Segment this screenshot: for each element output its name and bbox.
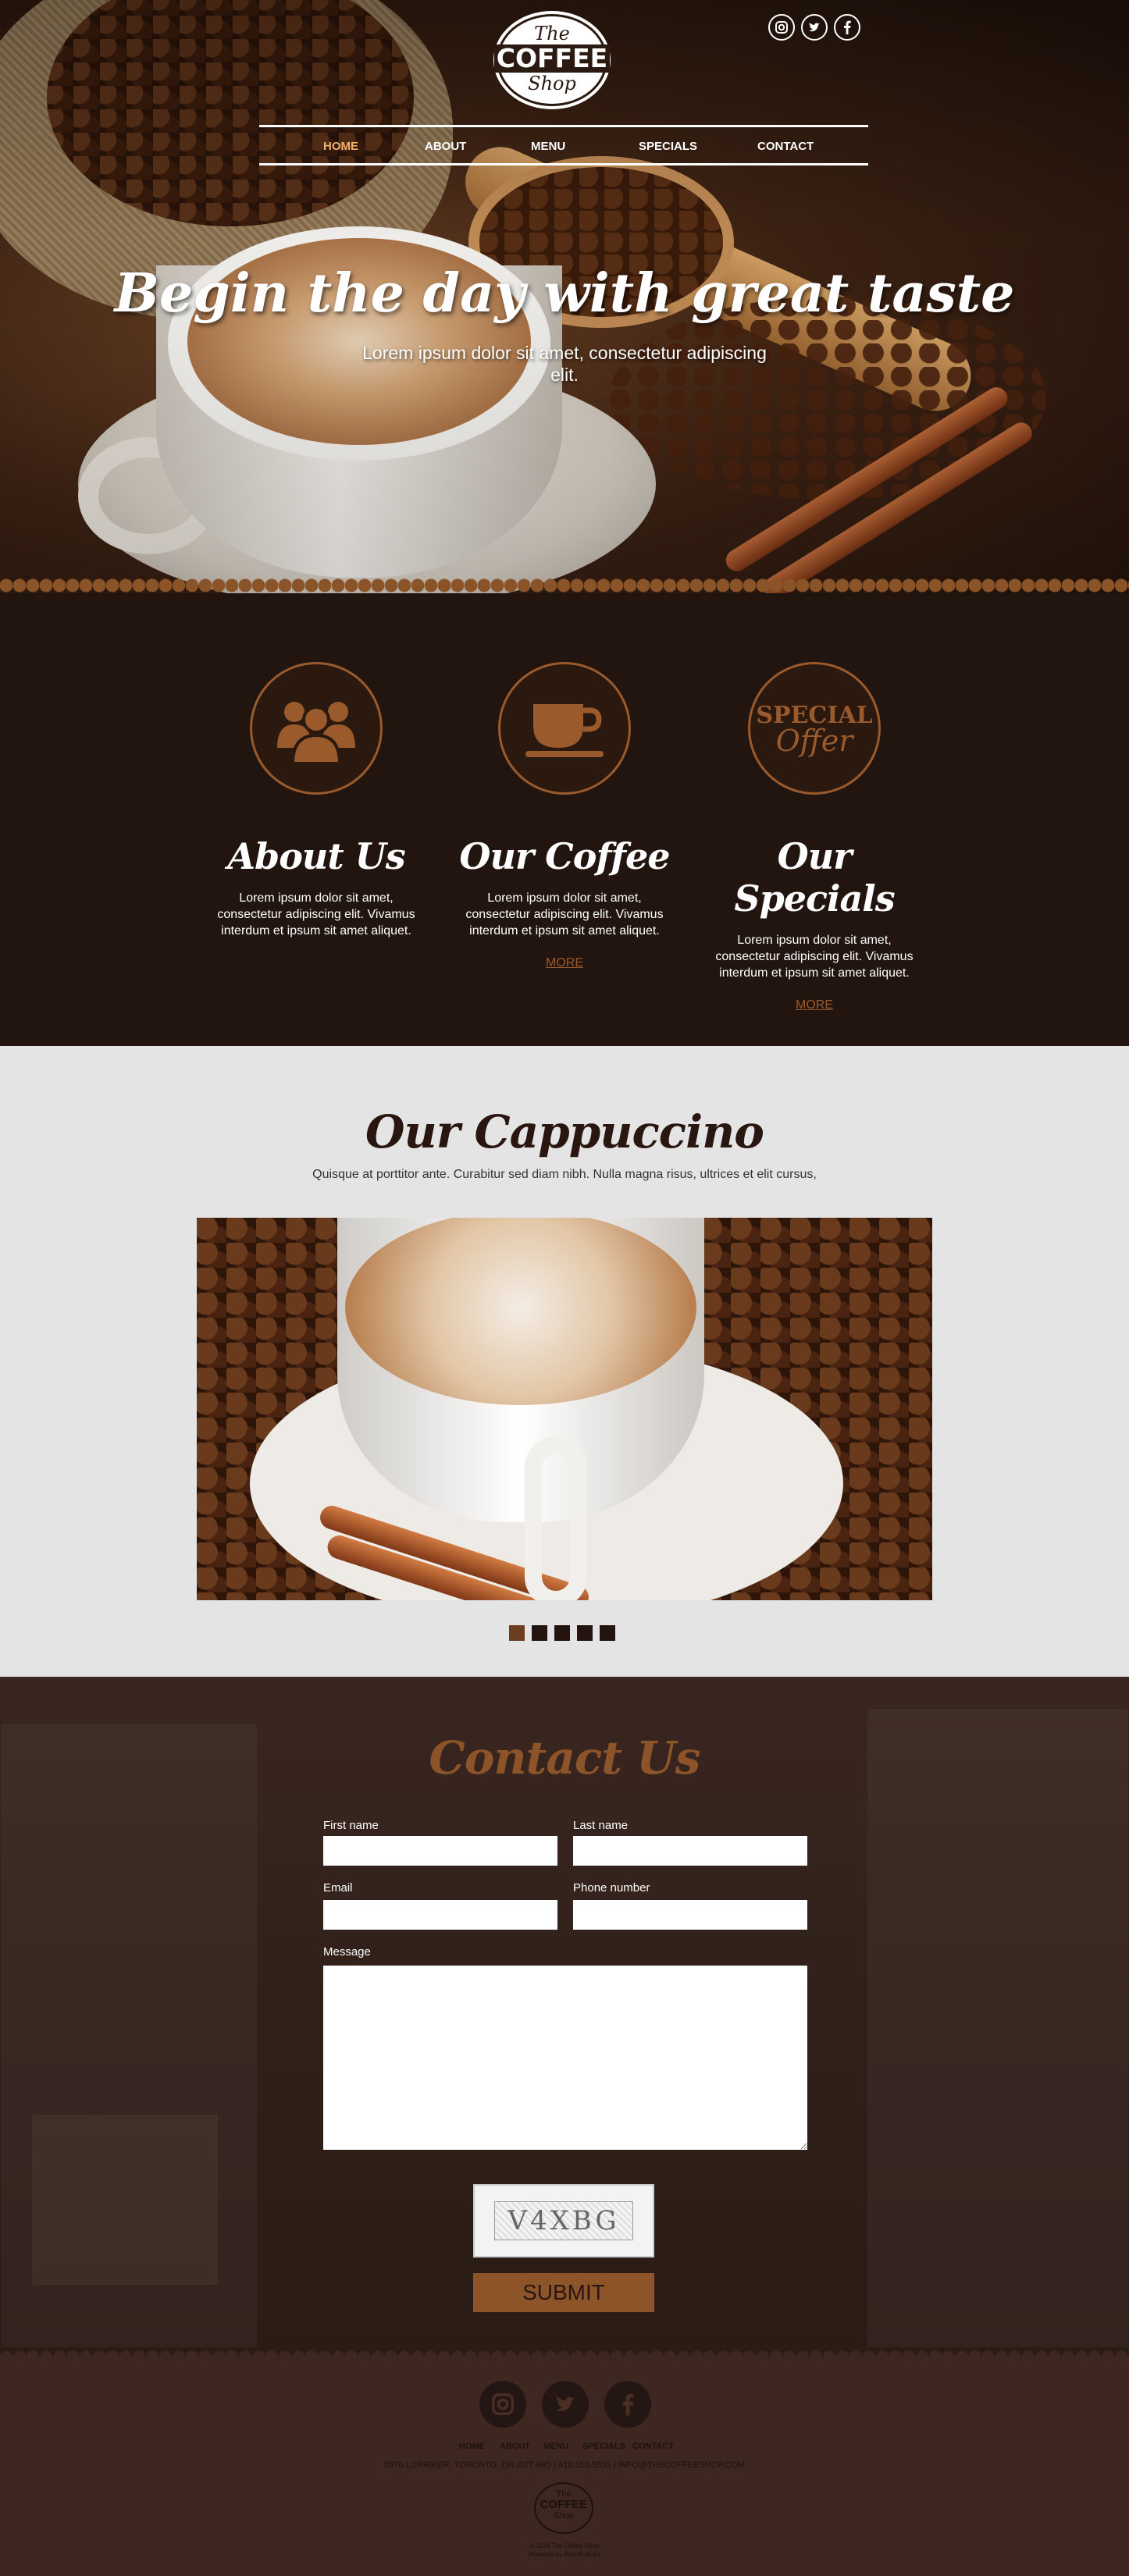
slider-dot[interactable] — [509, 1625, 525, 1641]
cappuccino-section: Our Cappuccino Quisque at porttitor ante… — [0, 1046, 1129, 1677]
nav-specials[interactable]: SPECIALS — [639, 140, 697, 153]
email-label: Email — [323, 1881, 353, 1895]
footer-nav-home[interactable]: HOME — [459, 2442, 485, 2451]
logo-line-1: The — [534, 23, 570, 44]
scallop-border — [0, 2350, 1129, 2365]
coffee-cup-icon — [498, 662, 631, 795]
contact-title: Contact Us — [429, 1731, 701, 1784]
message-field[interactable] — [323, 1966, 807, 2150]
captcha-text: V4XBG — [494, 2201, 633, 2240]
section-description: Quisque at porttitor ante. Curabitur sed… — [312, 1168, 817, 1181]
footer-address: 8670 LORRIKER, TORONTO, ON G2T 4R5 | 416… — [383, 2460, 746, 2470]
social-links-top — [768, 14, 860, 41]
feature-text: Lorem ipsum dolor sit amet, consectetur … — [217, 891, 415, 938]
message-label: Message — [323, 1945, 371, 1959]
feature-about: About Us Lorem ipsum dolor sit amet, con… — [195, 662, 437, 939]
slider-dot[interactable] — [532, 1625, 547, 1641]
footer-logo-line-3: Shop — [554, 2511, 574, 2521]
scallop-border — [0, 576, 1129, 593]
building-background — [867, 1708, 1129, 2348]
nav-contact[interactable]: CONTACT — [757, 140, 814, 153]
contact-section: Contact Us First name Last name Email Ph… — [0, 1677, 1129, 2357]
footer-nav-about[interactable]: ABOUT — [500, 2442, 530, 2451]
nav-about[interactable]: ABOUT — [425, 140, 466, 153]
instagram-icon[interactable] — [479, 2381, 526, 2428]
logo-line-2: COFFEE — [494, 44, 610, 73]
hero-section: The COFFEE Shop HOME ABOUT MENU SPECIALS… — [0, 0, 1129, 593]
section-title: Our Cappuccino — [365, 1105, 764, 1158]
footer-nav-contact[interactable]: CONTACT — [632, 2442, 674, 2451]
feature-title: About Us — [227, 835, 405, 877]
more-link[interactable]: MORE — [443, 956, 686, 970]
feature-title: Our Specials — [734, 835, 895, 920]
cappuccino-slide-image[interactable] — [197, 1218, 932, 1600]
hero-subtitle: Lorem ipsum dolor sit amet, consectetur … — [362, 343, 767, 385]
more-link[interactable]: MORE — [693, 998, 935, 1012]
footer-nav-menu[interactable]: MENU — [543, 2442, 568, 2451]
first-name-field[interactable] — [323, 1836, 557, 1866]
first-name-label: First name — [323, 1819, 379, 1832]
instagram-icon[interactable] — [768, 14, 795, 41]
people-icon — [250, 662, 383, 795]
last-name-field[interactable] — [573, 1836, 807, 1866]
feature-text: Lorem ipsum dolor sit amet, consectetur … — [465, 891, 664, 938]
twitter-icon[interactable] — [542, 2381, 589, 2428]
feature-coffee: Our Coffee Lorem ipsum dolor sit amet, c… — [443, 662, 686, 970]
storefront-background — [31, 2114, 219, 2286]
twitter-icon[interactable] — [801, 14, 828, 41]
foam-image — [345, 1218, 696, 1405]
feature-specials: SPECIAL Offer Our Specials Lorem ipsum d… — [693, 662, 935, 1012]
nav-home[interactable]: HOME — [323, 140, 358, 153]
footer-logo[interactable]: The COFFEE Shop — [534, 2482, 593, 2534]
features-section: About Us Lorem ipsum dolor sit amet, con… — [0, 595, 1129, 1046]
offer-icon-text: Offer — [775, 724, 853, 758]
main-nav: HOME ABOUT MENU SPECIALS CONTACT — [259, 125, 868, 165]
powered-by-text: Powered by Wobi/E-Build — [529, 2551, 600, 2558]
nav-menu[interactable]: MENU — [531, 140, 565, 153]
slider-dot[interactable] — [577, 1625, 593, 1641]
captcha-image: V4XBG — [473, 2184, 654, 2258]
cup-handle-image — [525, 1436, 587, 1600]
phone-field[interactable] — [573, 1900, 807, 1930]
facebook-icon[interactable] — [834, 14, 860, 41]
footer-copyright: © 2014 The Coffee Shop Powered by Wobi/E… — [0, 2542, 1129, 2559]
hero-title: Begin the day with great taste — [114, 262, 1015, 325]
feature-text: Lorem ipsum dolor sit amet, consectetur … — [715, 934, 914, 980]
slider-dots — [509, 1625, 615, 1641]
site-logo[interactable]: The COFFEE Shop — [494, 14, 610, 106]
footer-logo-line-2: COFFEE — [540, 2498, 588, 2511]
footer-nav-specials[interactable]: SPECIALS — [582, 2442, 625, 2451]
copyright-text: © 2014 The Coffee Shop — [529, 2542, 600, 2549]
facebook-icon[interactable] — [604, 2381, 651, 2428]
feature-title: Our Coffee — [459, 835, 670, 877]
phone-label: Phone number — [573, 1881, 650, 1895]
submit-button[interactable]: SUBMIT — [473, 2273, 654, 2312]
logo-line-3: Shop — [528, 73, 576, 94]
last-name-label: Last name — [573, 1819, 629, 1832]
slider-dot[interactable] — [554, 1625, 570, 1641]
special-offer-icon: SPECIAL Offer — [748, 662, 881, 795]
slider-dot[interactable] — [600, 1625, 615, 1641]
email-field[interactable] — [323, 1900, 557, 1930]
site-footer: HOME ABOUT MENU SPECIALS CONTACT 8670 LO… — [0, 2350, 1129, 2576]
